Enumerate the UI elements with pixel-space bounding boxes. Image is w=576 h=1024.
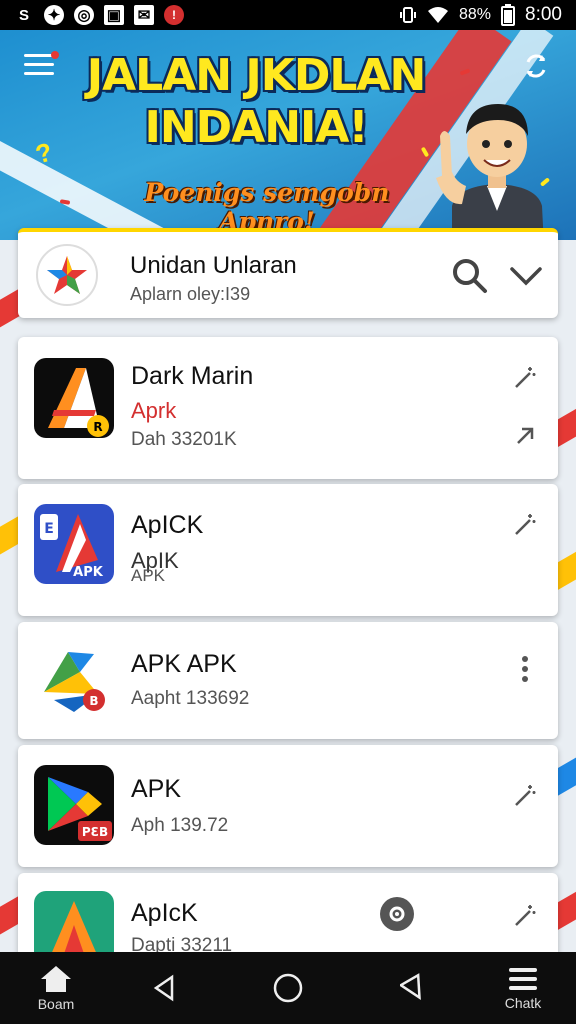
app-list-item[interactable]: B APK APK Aapht 133692	[18, 622, 558, 739]
nav-recents[interactable]	[390, 952, 438, 1024]
chevron-right-icon[interactable]	[510, 421, 540, 451]
nav-home-label: Boam	[37, 996, 75, 1012]
confetti	[59, 199, 71, 205]
status-bar: S ✦ ◎ ▣ ✉ ! 88% 8:00	[0, 0, 576, 30]
notification-gallery-icon: ▣	[104, 5, 124, 25]
promo-banner[interactable]: ? JALAN JKDLAN INDANIA! Poenigs semgobn …	[0, 30, 576, 240]
clock: 8:00	[525, 4, 562, 25]
app-name: APK	[131, 775, 182, 803]
home-circle-icon	[273, 973, 303, 1003]
app-icon-apk-apk: B	[34, 640, 114, 720]
app-list-item[interactable]: R Dark Marin Aprk Dah 33201K	[18, 337, 558, 479]
back-icon	[153, 974, 174, 1002]
notification-s-icon: S	[18, 6, 29, 24]
vibrate-icon	[399, 7, 416, 23]
app-size: Aapht 133692	[131, 688, 250, 709]
wand-icon[interactable]	[510, 363, 540, 393]
store-logo-icon	[36, 244, 98, 306]
app-name: Dark Marin	[131, 362, 254, 390]
app-category: Aprk	[131, 398, 177, 423]
banner-title: JALAN JKDLAN INDANIA!	[76, 50, 436, 154]
notification-mail-icon: ✉	[134, 5, 154, 25]
menu-icon[interactable]	[24, 51, 59, 78]
app-icon-apick: E APK	[34, 504, 114, 584]
wand-icon[interactable]	[510, 510, 540, 540]
notification-app-icon: ✦	[44, 5, 64, 25]
b-label: B	[89, 694, 98, 708]
pb-label: PƐB	[82, 825, 108, 839]
menu-notification-dot	[51, 51, 59, 59]
app-icon-dark-marin: R	[34, 358, 114, 438]
app-name: ApIcK	[131, 899, 198, 927]
nav-menu-label: Chatk	[504, 995, 542, 1011]
wand-icon[interactable]	[510, 781, 540, 811]
nav-back[interactable]	[140, 952, 188, 1024]
nav-home[interactable]: Boam	[24, 952, 88, 1024]
app-name: ApICK	[131, 511, 204, 539]
home-icon	[41, 966, 71, 992]
more-vertical-icon[interactable]	[510, 654, 540, 684]
app-name: APK APK	[131, 650, 237, 678]
battery-icon	[501, 4, 516, 26]
chevron-down-icon[interactable]	[508, 260, 544, 292]
notification-alert-icon: !	[164, 5, 184, 25]
search-icon[interactable]	[450, 256, 490, 296]
list-menu-icon	[509, 968, 537, 990]
settings-badge-icon[interactable]	[380, 897, 414, 931]
app-list-item[interactable]: PƐB APK Aph 139.72	[18, 745, 558, 867]
app-size: Aph 139.72	[131, 815, 229, 836]
banner-title-line1: JALAN JKDLAN	[86, 50, 427, 101]
app-icon-apk: PƐB	[34, 765, 114, 845]
nav-home-circle[interactable]	[264, 952, 312, 1024]
battery-percent: 88%	[458, 6, 492, 23]
recents-icon	[400, 973, 421, 1000]
notification-icons: S ✦ ◎ ▣ ✉ !	[14, 5, 184, 25]
store-title: Unidan Unlaran	[130, 252, 297, 279]
svg-text:E: E	[44, 521, 54, 537]
store-header-card[interactable]: Unidan Unlaran Aplarn oley:I39	[18, 228, 558, 318]
system-indicators: 88% 8:00	[399, 4, 562, 26]
bottom-navigation: Boam Chatk	[0, 952, 576, 1024]
wand-icon[interactable]	[510, 901, 540, 931]
apk-label: APK	[73, 565, 104, 580]
svg-text:R: R	[93, 420, 102, 434]
store-subtitle: Aplarn oley:I39	[130, 284, 251, 304]
app-size: APK	[131, 566, 166, 585]
nav-menu[interactable]: Chatk	[488, 952, 558, 1024]
banner-title-line2: INDANIA!	[144, 102, 368, 153]
notification-sync-icon: ◎	[74, 5, 94, 25]
mascot-character-icon	[436, 104, 544, 240]
app-list-item[interactable]: E APK ApICK ApIK APK	[18, 484, 558, 616]
refresh-icon[interactable]	[520, 50, 552, 82]
app-size: Dah 33201K	[131, 429, 237, 450]
wifi-icon	[427, 7, 448, 23]
